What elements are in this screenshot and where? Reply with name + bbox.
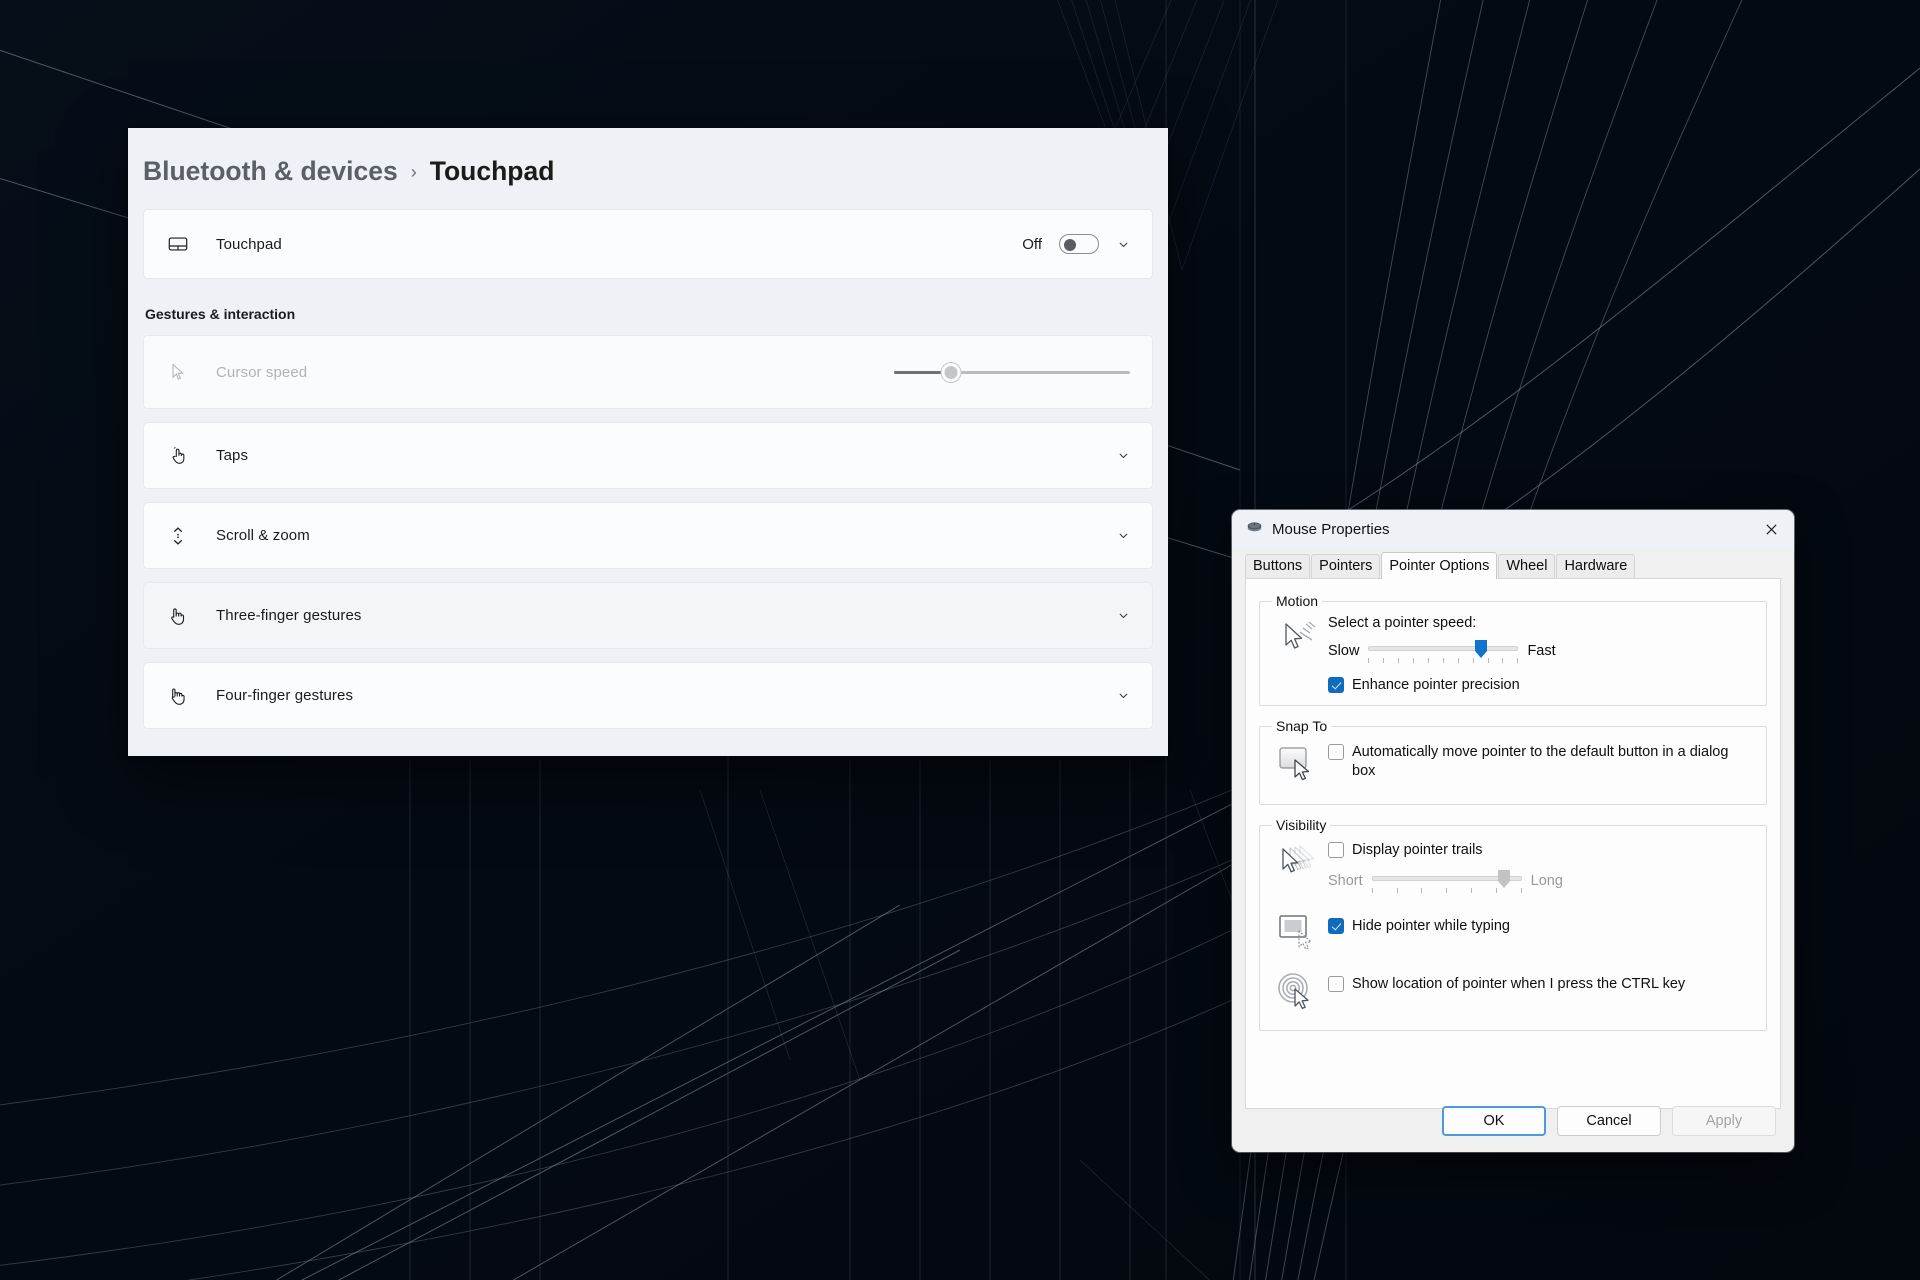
- chevron-down-icon[interactable]: [1116, 689, 1130, 703]
- row-label: Scroll & zoom: [216, 527, 310, 544]
- close-icon[interactable]: [1748, 510, 1794, 548]
- visibility-group: Visibility Display pointer trails Short …: [1259, 817, 1767, 1031]
- row-scroll-zoom[interactable]: Scroll & zoom: [143, 502, 1153, 569]
- three-finger-icon: [164, 602, 192, 630]
- cancel-button[interactable]: Cancel: [1557, 1106, 1661, 1136]
- hide-pointer-row[interactable]: Hide pointer while typing: [1328, 917, 1756, 936]
- show-location-label: Show location of pointer when I press th…: [1352, 976, 1686, 992]
- settings-window: Bluetooth & devices › Touchpad Touchpad …: [128, 128, 1168, 756]
- slider-ticks: [1368, 658, 1519, 664]
- pointer-speed-slider-row: Slow Fast: [1328, 638, 1756, 664]
- snap-to-legend: Snap To: [1276, 718, 1328, 734]
- snap-to-button-icon: [1270, 740, 1324, 782]
- touchpad-toggle-card[interactable]: Touchpad Off: [143, 209, 1153, 279]
- pointer-trails-icon: [1270, 839, 1324, 881]
- motion-legend: Motion: [1276, 593, 1319, 609]
- chevron-down-icon[interactable]: [1116, 609, 1130, 623]
- pointer-arrow-icon: [164, 358, 192, 386]
- auto-move-pointer-row[interactable]: Automatically move pointer to the defaul…: [1328, 743, 1756, 781]
- display-trails-row[interactable]: Display pointer trails: [1328, 841, 1756, 860]
- enhance-precision-row[interactable]: Enhance pointer precision: [1328, 676, 1756, 695]
- breadcrumb: Bluetooth & devices › Touchpad: [128, 128, 1168, 187]
- dialog-tabstrip: Buttons Pointers Pointer Options Wheel H…: [1232, 548, 1794, 579]
- auto-move-pointer-label: Automatically move pointer to the defaul…: [1352, 744, 1729, 779]
- tab-buttons[interactable]: Buttons: [1245, 554, 1311, 578]
- breadcrumb-separator-icon: ›: [410, 162, 417, 182]
- cursor-speed-label: Cursor speed: [216, 363, 308, 381]
- fast-label: Fast: [1527, 643, 1556, 659]
- pointer-options-panel: Motion Select a pointer speed: Slow Fast…: [1245, 578, 1781, 1109]
- show-location-checkbox[interactable]: [1328, 976, 1344, 992]
- slider-thumb: [1497, 870, 1510, 888]
- hide-pointer-label: Hide pointer while typing: [1352, 918, 1510, 934]
- dialog-titlebar[interactable]: Mouse Properties: [1232, 510, 1794, 548]
- hide-pointer-icon: [1270, 908, 1324, 952]
- touchpad-toggle[interactable]: [1059, 234, 1099, 254]
- slider-thumb[interactable]: [941, 362, 961, 382]
- four-finger-icon: [164, 682, 192, 710]
- enhance-precision-label: Enhance pointer precision: [1352, 677, 1520, 693]
- tab-pointer-options[interactable]: Pointer Options: [1381, 552, 1498, 579]
- dialog-title: Mouse Properties: [1272, 520, 1390, 538]
- slider-track: [1368, 646, 1519, 651]
- chevron-down-icon[interactable]: [1116, 449, 1130, 463]
- apply-button: Apply: [1672, 1106, 1776, 1136]
- trails-slider-row: Short Long: [1328, 868, 1756, 894]
- pointer-speed-prompt: Select a pointer speed:: [1328, 615, 1477, 631]
- trails-slider: [1371, 868, 1522, 894]
- touchpad-icon: [164, 230, 192, 258]
- mouse-icon: [1246, 520, 1263, 538]
- visibility-legend: Visibility: [1276, 817, 1327, 833]
- hide-pointer-checkbox[interactable]: [1328, 918, 1344, 934]
- display-trails-checkbox[interactable]: [1328, 842, 1344, 858]
- show-location-row[interactable]: Show location of pointer when I press th…: [1328, 975, 1756, 994]
- snap-to-group: Snap To Automatically move pointer to th…: [1259, 718, 1767, 805]
- dialog-button-bar: OK Cancel Apply: [1232, 1090, 1794, 1152]
- settings-content: Touchpad Off Gestures & interaction Curs…: [128, 209, 1168, 729]
- pointer-speed-icon: [1270, 615, 1324, 653]
- locate-pointer-icon: [1270, 966, 1324, 1010]
- cursor-speed-slider[interactable]: [894, 360, 1130, 384]
- auto-move-pointer-checkbox[interactable]: [1328, 744, 1344, 760]
- tab-pointers[interactable]: Pointers: [1311, 554, 1381, 578]
- chevron-down-icon[interactable]: [1116, 237, 1130, 251]
- row-label: Taps: [216, 447, 249, 464]
- slider-thumb[interactable]: [1474, 640, 1487, 658]
- toggle-knob: [1063, 238, 1076, 251]
- page-title: Touchpad: [429, 156, 555, 186]
- row-taps[interactable]: Taps: [143, 422, 1153, 489]
- long-label: Long: [1530, 873, 1563, 889]
- touchpad-label: Touchpad: [216, 235, 282, 253]
- chevron-down-icon[interactable]: [1116, 529, 1130, 543]
- ok-button[interactable]: OK: [1442, 1106, 1546, 1136]
- short-label: Short: [1328, 873, 1363, 889]
- section-title-gestures: Gestures & interaction: [145, 306, 296, 322]
- touchpad-toggle-state: Off: [1022, 235, 1042, 253]
- row-three-finger-gestures[interactable]: Three-finger gestures: [143, 582, 1153, 649]
- slow-label: Slow: [1328, 643, 1360, 659]
- tab-wheel[interactable]: Wheel: [1498, 554, 1556, 578]
- breadcrumb-parent-link[interactable]: Bluetooth & devices: [143, 156, 398, 187]
- enhance-precision-checkbox[interactable]: [1328, 677, 1344, 693]
- display-trails-label: Display pointer trails: [1352, 842, 1483, 858]
- row-four-finger-gestures[interactable]: Four-finger gestures: [143, 662, 1153, 729]
- slider-ticks: [1371, 888, 1522, 894]
- pointer-speed-slider[interactable]: [1368, 638, 1519, 664]
- scroll-zoom-icon: [164, 522, 192, 550]
- row-label: Four-finger gestures: [216, 687, 354, 704]
- tab-hardware[interactable]: Hardware: [1556, 554, 1636, 578]
- row-label: Three-finger gestures: [216, 607, 362, 624]
- cursor-speed-card: Cursor speed: [143, 335, 1153, 409]
- tap-hand-icon: [164, 442, 192, 470]
- mouse-properties-dialog: Mouse Properties Buttons Pointers Pointe…: [1232, 510, 1794, 1152]
- motion-group: Motion Select a pointer speed: Slow Fast…: [1259, 593, 1767, 706]
